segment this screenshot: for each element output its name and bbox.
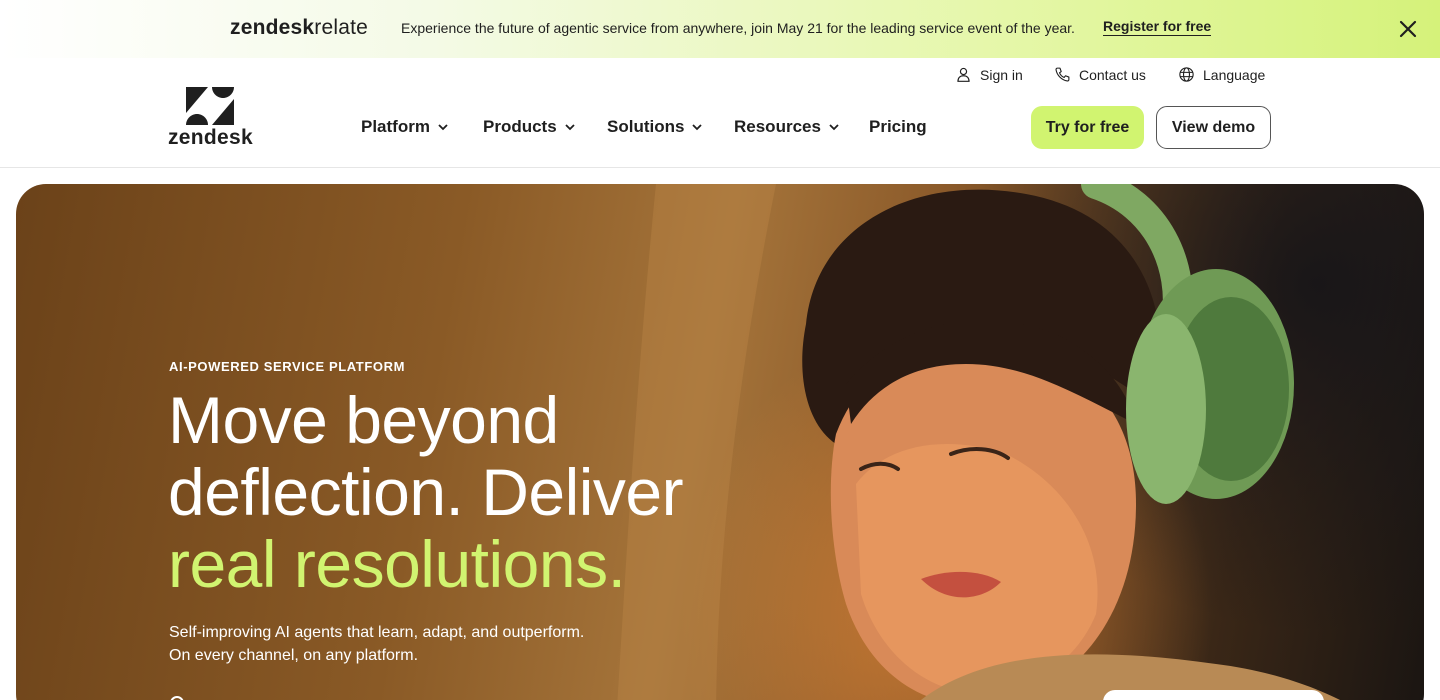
- zendesk-relate-logo: zendeskrelate: [230, 16, 368, 40]
- zendesk-logo[interactable]: zendesk: [168, 87, 254, 149]
- nav-solutions[interactable]: Solutions: [607, 117, 703, 137]
- hero-eyebrow: AI-POWERED SERVICE PLATFORM: [169, 359, 406, 374]
- hero-subtitle: Self-improving AI agents that learn, ada…: [169, 621, 584, 667]
- nav-resources-label: Resources: [734, 117, 821, 136]
- view-demo-button[interactable]: View demo: [1156, 106, 1271, 149]
- nav-pricing[interactable]: Pricing: [869, 117, 927, 137]
- zendesk-logo-mark-icon: [186, 87, 234, 125]
- announcement-banner: zendeskrelate Experience the future of a…: [0, 0, 1440, 58]
- banner-brand-bold: zendesk: [230, 16, 315, 39]
- hero-cta-card[interactable]: [1103, 690, 1324, 700]
- headline-accent: real resolutions.: [168, 527, 626, 601]
- nav-resources[interactable]: Resources: [734, 117, 840, 137]
- close-icon[interactable]: [1396, 17, 1420, 41]
- nav-products-label: Products: [483, 117, 557, 136]
- hero-section: AI-POWERED SERVICE PLATFORM Move beyond …: [16, 184, 1424, 700]
- nav-pricing-label: Pricing: [869, 117, 927, 136]
- sign-in-link[interactable]: Sign in: [955, 66, 1023, 83]
- banner-message: Experience the future of agentic service…: [401, 20, 1075, 36]
- user-icon: [957, 67, 970, 82]
- try-for-free-button[interactable]: Try for free: [1031, 106, 1144, 149]
- phone-icon: [1055, 67, 1070, 82]
- site-header: Sign in Contact us Language zendesk Plat…: [0, 58, 1440, 168]
- contact-us-link[interactable]: Contact us: [1054, 66, 1146, 83]
- sign-in-label: Sign in: [980, 66, 1023, 83]
- nav-platform-label: Platform: [361, 117, 430, 136]
- nav-platform[interactable]: Platform: [361, 117, 449, 137]
- nav-solutions-label: Solutions: [607, 117, 685, 136]
- chevron-down-icon: [829, 124, 839, 131]
- chevron-down-icon: [438, 124, 448, 131]
- subtitle-line-2: On every channel, on any platform.: [169, 647, 419, 664]
- language-label: Language: [1203, 66, 1266, 83]
- language-selector[interactable]: Language: [1178, 66, 1265, 83]
- subtitle-line-1: Self-improving AI agents that learn, ada…: [169, 624, 585, 641]
- headline-line-1: Move beyond: [168, 383, 559, 457]
- chevron-down-icon: [692, 124, 703, 131]
- banner-brand-light: relate: [314, 16, 369, 39]
- logo-wordmark: zendesk: [168, 126, 253, 149]
- contact-us-label: Contact us: [1079, 66, 1146, 83]
- hero-headline: Move beyond deflection. Deliver real res…: [168, 383, 684, 601]
- register-link[interactable]: Register for free: [1103, 18, 1212, 36]
- nav-products[interactable]: Products: [483, 117, 576, 137]
- chevron-down-icon: [565, 124, 575, 131]
- globe-icon: [1179, 67, 1194, 82]
- headline-line-2: deflection. Deliver: [168, 455, 684, 529]
